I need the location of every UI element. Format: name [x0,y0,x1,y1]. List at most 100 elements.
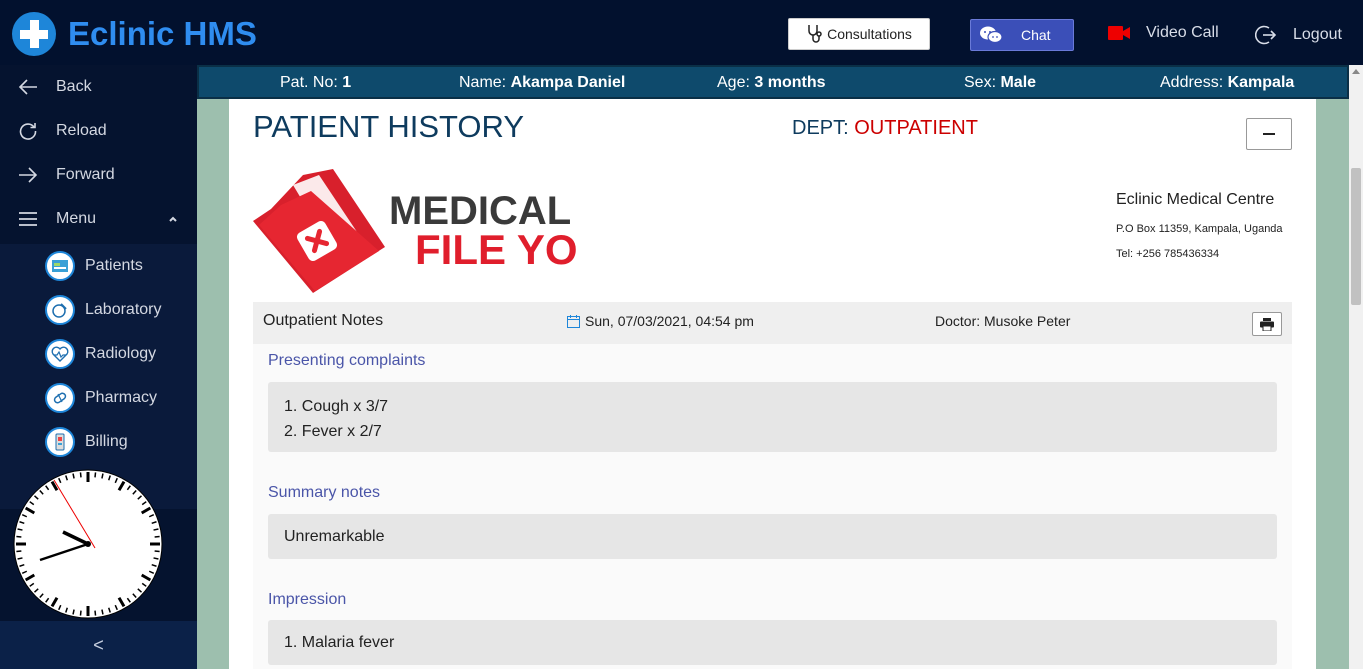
video-call-label: Video Call [1146,24,1219,41]
sidebar-item-label: Patients [85,257,143,274]
patient-age: Age: 3 months [717,74,826,91]
department: DEPT: OUTPATIENT [792,117,978,140]
department-value: OUTPATIENT [854,117,978,139]
logo-line2: FILE YO [415,226,577,273]
clock-tick [101,473,104,479]
wechat-icon [971,25,1011,45]
patient-info-bar: Pat. No: 1 Name: Akampa Daniel Age: 3 mo… [197,65,1349,99]
logout-icon [1255,25,1277,45]
nav-menu[interactable]: Menu [0,197,197,241]
clock-tick [72,609,75,615]
notes-date: Sun, 07/03/2021, 04:54 pm [567,313,754,329]
notes-body: Presenting complaints 1. Cough x 3/7 2. … [253,344,1292,669]
scroll-up-arrow-icon[interactable] [1352,69,1360,74]
clock-tick [17,528,23,531]
presenting-complaints-box: 1. Cough x 3/7 2. Fever x 2/7 [268,382,1277,452]
summary-notes-box: Unremarkable [268,514,1277,559]
clock-tick [17,557,23,560]
arrow-right-icon [0,167,56,183]
print-button[interactable] [1252,312,1282,336]
clock-tick [101,609,104,615]
video-call-button[interactable]: Video Call [1108,24,1219,42]
chevron-up-icon [168,211,178,229]
pharmacy-icon [45,383,75,413]
page-title: PATIENT HISTORY [253,109,525,144]
patient-address: Address: Kampala [1160,74,1295,91]
presenting-complaints-label: Presenting complaints [268,352,426,369]
scrollbar-thumb[interactable] [1351,168,1361,305]
sidebar-collapse-button[interactable]: < [0,621,197,669]
chevron-left-icon: < [93,634,104,655]
nav-back[interactable]: Back [0,65,197,109]
nav-reload-label: Reload [56,122,107,139]
list-item: 1. Cough x 3/7 [284,398,389,415]
sidebar-item-billing[interactable]: Billing [0,420,197,464]
medical-file-logo: MEDICAL FILE YO [253,169,577,293]
reload-icon [0,121,56,141]
laboratory-icon [45,295,75,325]
page-scrollbar[interactable] [1349,65,1363,669]
department-label: DEPT: [792,117,849,139]
billing-icon [45,427,75,457]
patient-name: Name: Akampa Daniel [459,74,626,91]
clinic-address: P.O Box 11359, Kampala, Uganda [1116,223,1283,235]
clock-tick [79,610,82,616]
patients-icon [45,251,75,281]
notes-title: Outpatient Notes [263,312,384,329]
brand[interactable]: Eclinic HMS [12,12,257,56]
clinic-name: Eclinic Medical Centre [1116,191,1275,208]
notes-doctor: Doctor: Musoke Peter [935,313,1071,329]
clock-tick [153,557,159,560]
printer-icon [1260,317,1274,331]
radiology-icon [45,339,75,369]
nav-reload[interactable]: Reload [0,109,197,153]
main-area: Pat. No: 1 Name: Akampa Daniel Age: 3 mo… [197,65,1349,669]
app-title: Eclinic HMS [68,15,257,52]
minimize-button[interactable] [1246,118,1292,150]
medical-cross-icon [12,12,56,56]
clock-tick [16,550,22,553]
sidebar-item-pharmacy[interactable]: Pharmacy [0,376,197,420]
chat-button[interactable]: Chat [970,19,1074,51]
sidebar-item-laboratory[interactable]: Laboratory [0,288,197,332]
clock-tick [16,535,22,538]
patient-sex: Sex: Male [964,74,1037,91]
summary-notes-label: Summary notes [268,484,381,501]
hamburger-icon [0,211,56,227]
nav-menu-label: Menu [56,210,97,227]
nav-back-label: Back [56,78,92,95]
history-panel: PATIENT HISTORY DEPT: OUTPATIENT MEDICAL… [229,99,1316,669]
clinic-info: Eclinic Medical Centre P.O Box 11359, Ka… [1116,191,1306,260]
video-camera-icon [1108,26,1130,40]
consultations-label: Consultations [827,26,912,42]
clock-tick [153,528,159,531]
chat-label: Chat [1021,27,1051,43]
summary-text: Unremarkable [284,528,385,545]
clock-tick [154,550,160,553]
clinic-tel: Tel: +256 785436334 [1116,248,1220,260]
calendar-icon [567,314,580,328]
clock-tick [154,535,160,538]
sidebar-item-label: Radiology [85,345,157,362]
logout-button[interactable]: Logout [1255,24,1342,46]
nav-forward-label: Forward [56,166,115,183]
clock-tick [94,610,97,616]
impression-box: 1. Malaria fever [268,620,1277,665]
stethoscope-icon [808,25,822,43]
nav-forward[interactable]: Forward [0,153,197,197]
sidebar-item-patients[interactable]: Patients [0,244,197,288]
sidebar-item-radiology[interactable]: Radiology [0,332,197,376]
arrow-left-icon [0,79,56,95]
logout-label: Logout [1293,26,1342,43]
sidebar-item-label: Billing [85,433,128,450]
consultations-button[interactable]: Consultations [788,18,930,50]
analog-clock [13,469,163,619]
list-item: 2. Fever x 2/7 [284,423,382,440]
clock-tick [72,473,75,479]
clock-tick [94,472,97,478]
sidebar-item-label: Pharmacy [85,389,158,406]
notes-header: Outpatient Notes Sun, 07/03/2021, 04:54 … [253,302,1292,344]
minus-icon [1263,133,1275,135]
clock-tick [79,472,82,478]
impression-label: Impression [268,591,347,608]
